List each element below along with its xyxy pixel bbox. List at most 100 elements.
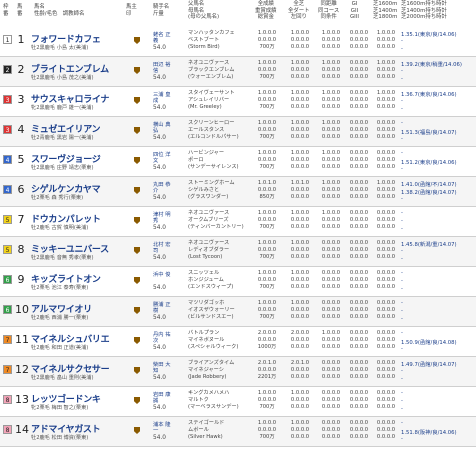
jockey-name-link[interactable]: 勝浦 正樹	[153, 302, 171, 314]
best-time-1600: 1.35.1(東京/良/14.06)	[401, 32, 457, 38]
jockey-name-link[interactable]: 蛯名 正義	[153, 32, 171, 44]
horse-info: 牡2黒鹿毛 音無 秀孝(栗東)	[31, 255, 94, 261]
best-time-1400: -	[401, 308, 403, 314]
record-grade: 0.0.0.0 0.0.0.0 0.0.0.0	[349, 120, 369, 141]
horse-number: 12	[15, 363, 29, 376]
record-surface: 2.0.1.0 0.0.0.0 0.0.0.0	[290, 360, 310, 381]
jockey-name-link[interactable]: 丹内 祐次	[153, 332, 171, 344]
table-row: 1 1 フォワードカフェ 牡2黒鹿毛 小島 太(美浦) 蛯名 正義 54.0 マンハッタンカ…	[0, 27, 476, 57]
record-total: 1.0.0.0 0.0.0.0 700万	[257, 60, 277, 81]
horse-info: 牝2栗毛 梅田 智之(栗東)	[31, 405, 89, 411]
jockey-name-link[interactable]: 四位 洋文	[153, 152, 171, 164]
horse-number: 8	[17, 243, 25, 256]
pedigree: ネオユニヴァース レディオブダラー (Lost Tycoon)	[188, 240, 230, 261]
record-course: 0.0.0.0 0.0.0.0 0.0.0.0	[321, 420, 341, 441]
record-surface: 1.0.0.0 0.0.0.0 0.0.0.0	[290, 30, 310, 51]
jockey-name-link[interactable]: 田辺 裕信	[153, 62, 171, 74]
jockey-name-link[interactable]: 柴田 大知	[153, 362, 171, 374]
record-grade: 0.0.0.0 0.0.0.0 0.0.0.0	[349, 270, 369, 291]
horse-number: 6	[17, 183, 25, 196]
best-time-1400: -	[401, 398, 403, 404]
jockey-name-link[interactable]: 津村 明秀	[153, 212, 171, 224]
horse-info: 牡2鹿毛 古賀 慎明(美浦)	[31, 225, 89, 231]
owner-mark-icon	[134, 367, 140, 374]
pedigree: ハービンジャー ポーロ (サンデーサイレンス)	[188, 150, 239, 171]
horse-number: 7	[17, 213, 25, 226]
weight: 54.0	[153, 195, 166, 201]
record-total: 2.0.0.0 0.0.0.0 1000万	[257, 330, 277, 351]
jockey-name-link[interactable]: 三浦 皇成	[153, 92, 171, 104]
jockey-name-link[interactable]: 北村 宏司	[153, 242, 171, 254]
waku-badge: 6	[3, 305, 12, 314]
jockey-name-link[interactable]: 横山 典弘	[153, 122, 171, 134]
pedigree: キングカメハメハ マルトク (マーベラスサンデー)	[188, 390, 239, 411]
record-distance: 0.0.0.0 0.0.0.0 0.0.0.0	[376, 360, 396, 381]
best-time-2000: -	[401, 286, 403, 292]
record-surface: 2.0.0.0 0.0.0.0 0.0.0.0	[290, 330, 310, 351]
record-course: 0.0.0.0 0.0.0.0 0.0.0.0	[321, 360, 341, 381]
best-time-1600: -	[401, 330, 403, 336]
best-time-1600: -	[401, 420, 403, 426]
record-grade: 0.0.0.0 0.0.0.0 0.0.0.0	[349, 330, 369, 351]
weight: 54.0	[153, 375, 166, 381]
best-time-1400: -	[401, 68, 403, 74]
record-grade: 0.0.0.0 0.0.0.0 0.0.0.0	[349, 420, 369, 441]
waku-badge: 6	[3, 275, 12, 284]
waku-badge: 1	[3, 35, 12, 44]
record-grade: 0.0.0.0 0.0.0.0 0.0.0.0	[349, 180, 369, 201]
jockey-name-link[interactable]: 浜中 俊	[153, 272, 171, 278]
weight: 54.0	[153, 345, 166, 351]
waku-badge: 8	[3, 425, 12, 434]
header-grade: GI GII GIII	[350, 1, 359, 20]
record-course: 1.0.0.0 0.0.0.0 0.0.0.0	[321, 60, 341, 81]
owner-mark-icon	[134, 277, 140, 284]
owner-mark-icon	[134, 247, 140, 254]
pedigree: ストーミングホーム シゲルみさと (グラスワンダー)	[188, 180, 235, 201]
horse-number: 13	[15, 393, 29, 406]
header-win: 全芝 全ダート 左回り	[288, 1, 310, 20]
record-course: 0.0.0.0 0.0.0.0 0.0.0.0	[321, 300, 341, 321]
best-time-2000: -	[401, 346, 403, 352]
record-course: 1.0.0.0 0.0.0.0 0.0.0.0	[321, 330, 341, 351]
record-surface: 1.0.0.0 0.0.0.0 0.0.0.0	[290, 120, 310, 141]
best-time-1600: 1.45.8(新潟/重/14.07)	[401, 242, 457, 248]
table-row: 7 11 マイネルシュバリエ 牡2鹿毛 和田 正道(美浦) 丹内 祐次 54.0 バトルプラ…	[0, 327, 476, 357]
record-distance: 0.0.0.0 0.0.0.0 0.0.0.0	[376, 240, 396, 261]
record-grade: 0.0.0.0 0.0.0.0 0.0.0.0	[349, 60, 369, 81]
record-grade: 0.0.0.0 0.0.0.0 0.0.0.0	[349, 90, 369, 111]
table-row: 6 10 アルマワイオリ 牡2鹿毛 西浦 勝一(栗東) 勝浦 正樹 54.0 マツリダゴッホ…	[0, 297, 476, 327]
pedigree: ブライアンズタイム マイネジャーシ (Jade Robbery)	[188, 360, 235, 381]
header-summary: 全成績 重賞成績 総賞金	[255, 1, 277, 20]
waku-badge: 4	[3, 155, 12, 164]
weight: 54.0	[153, 135, 166, 141]
record-course: 1.0.0.0 0.0.0.0 0.0.0.0	[321, 180, 341, 201]
owner-mark-icon	[134, 97, 140, 104]
horse-number: 2	[17, 63, 25, 76]
waku-badge: 7	[3, 365, 12, 374]
best-time-2000: -	[401, 436, 403, 442]
best-time-1400: -	[401, 218, 403, 224]
horse-info: 牡2鹿毛 西浦 勝一(栗東)	[31, 315, 89, 321]
best-time-1600: -	[401, 390, 403, 396]
best-time-2000: -	[401, 136, 403, 142]
waku-badge: 3	[3, 95, 12, 104]
best-time-1600: 1.49.7(函館/良/14.07)	[401, 362, 457, 368]
header-blood: 父馬名 母馬名 (母の父馬名)	[188, 1, 220, 20]
horse-info: 牡2黒鹿毛 庄野 靖志(栗東)	[31, 165, 94, 171]
best-time-1400: -	[401, 38, 403, 44]
jockey-name-link[interactable]: 丸田 恭介	[153, 182, 171, 194]
record-total: 1.0.0.0 0.0.0.0 700万	[257, 240, 277, 261]
record-total: 1.0.0.0 0.0.0.0 700万	[257, 300, 277, 321]
best-time-1400: -	[401, 248, 403, 254]
horse-info: 牝2黒鹿毛 鹿戸 雄一(美浦)	[31, 105, 94, 111]
record-distance: 0.0.0.0 0.0.0.0 0.0.0.0	[376, 420, 396, 441]
jockey-name-link[interactable]: 浦本 隆一	[153, 422, 171, 434]
jockey-name-link[interactable]: 岩田 康誠	[153, 392, 171, 404]
record-surface: 1.0.0.0 0.0.0.0 0.0.0.0	[290, 150, 310, 171]
best-time-2000: -	[401, 196, 403, 202]
table-row: 3 4 ミュゼエイリアン 牡2青鹿毛 黒岩 陽一(美浦) 横山 典弘 54.0 スクリーンヒ…	[0, 117, 476, 147]
header-waku: 枠 番	[3, 4, 9, 17]
record-grade: 0.0.0.0 0.0.0.0 0.0.0.0	[349, 150, 369, 171]
best-time-1600: -	[401, 270, 403, 276]
weight: 54.0	[153, 285, 166, 291]
